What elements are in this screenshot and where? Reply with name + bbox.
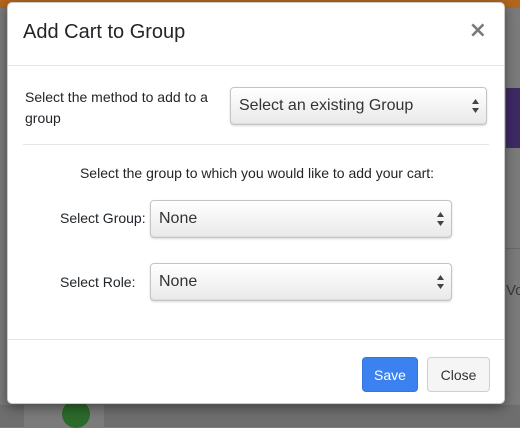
select-arrows-icon — [437, 275, 444, 289]
method-label: Select the method to add to a group — [25, 89, 208, 126]
background-text: Vol — [506, 282, 520, 299]
role-select-value: None — [159, 273, 198, 290]
save-button[interactable]: Save — [362, 357, 418, 392]
method-select[interactable]: Select an existing Group — [230, 87, 487, 125]
group-select[interactable]: None — [150, 200, 452, 238]
background-panel — [506, 88, 520, 148]
background-divider — [506, 248, 520, 249]
section-divider — [23, 144, 489, 145]
select-arrows-icon — [437, 212, 444, 226]
modal-footer: Save Close — [8, 339, 504, 403]
close-icon[interactable]: × — [469, 20, 487, 42]
role-select[interactable]: None — [150, 263, 452, 301]
modal-header: Add Cart to Group × — [8, 3, 504, 66]
close-button[interactable]: Close — [427, 357, 490, 392]
role-label: Select Role: — [60, 274, 136, 290]
group-label: Select Group: — [60, 210, 146, 226]
group-select-value: None — [159, 210, 198, 227]
add-cart-to-group-modal: Add Cart to Group × Select the method to… — [7, 2, 505, 404]
select-arrows-icon — [472, 99, 479, 113]
method-select-value: Select an existing Group — [239, 97, 414, 114]
instruction-text: Select the group to which you would like… — [79, 165, 435, 181]
background-circle-icon — [62, 400, 90, 428]
modal-title: Add Cart to Group — [23, 21, 186, 43]
background-block — [104, 405, 520, 427]
background-block — [0, 405, 24, 427]
